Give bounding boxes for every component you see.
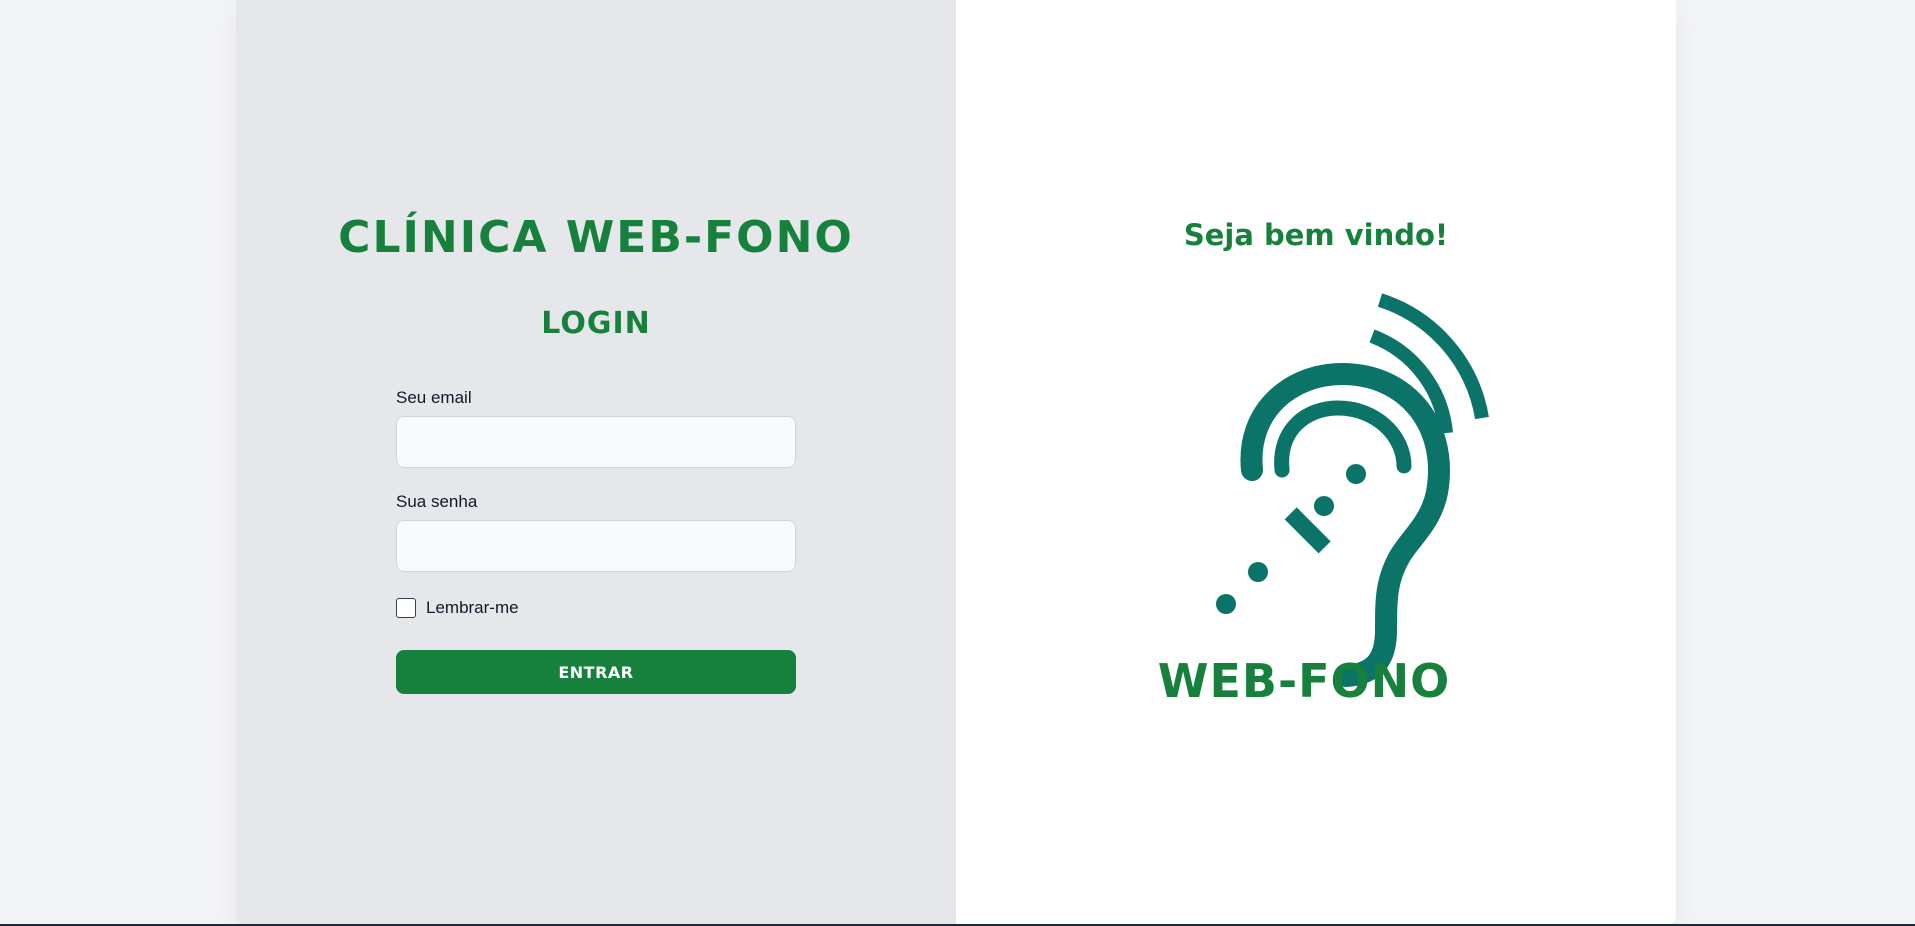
email-group: Seu email xyxy=(396,388,796,468)
remember-me-row[interactable]: Lembrar-me xyxy=(396,596,796,620)
login-panel: CLÍNICA WEB-FONO LOGIN Seu email Sua sen… xyxy=(236,0,956,924)
login-title: LOGIN xyxy=(541,306,651,341)
remember-me-checkbox[interactable] xyxy=(396,598,416,618)
password-field[interactable] xyxy=(396,520,796,572)
email-label: Seu email xyxy=(396,388,472,407)
clinic-title: CLÍNICA WEB-FONO xyxy=(338,212,854,263)
email-field[interactable] xyxy=(396,416,796,468)
ear-with-sound-waves-icon xyxy=(1216,293,1489,687)
welcome-panel: Seja bem vindo! WEB-FONO xyxy=(956,0,1676,924)
remember-me-label[interactable]: Lembrar-me xyxy=(426,598,519,618)
logo-text: WEB-FONO xyxy=(1157,654,1451,708)
password-label: Sua senha xyxy=(396,492,478,511)
page: CLÍNICA WEB-FONO LOGIN Seu email Sua sen… xyxy=(0,0,1915,926)
login-card: CLÍNICA WEB-FONO LOGIN Seu email Sua sen… xyxy=(236,0,1676,924)
login-form: Seu email Sua senha Lembrar-me ENTRAR xyxy=(396,388,796,694)
welcome-heading: Seja bem vindo! xyxy=(1183,218,1449,252)
login-button[interactable]: ENTRAR xyxy=(396,650,796,694)
password-group: Sua senha xyxy=(396,492,796,572)
